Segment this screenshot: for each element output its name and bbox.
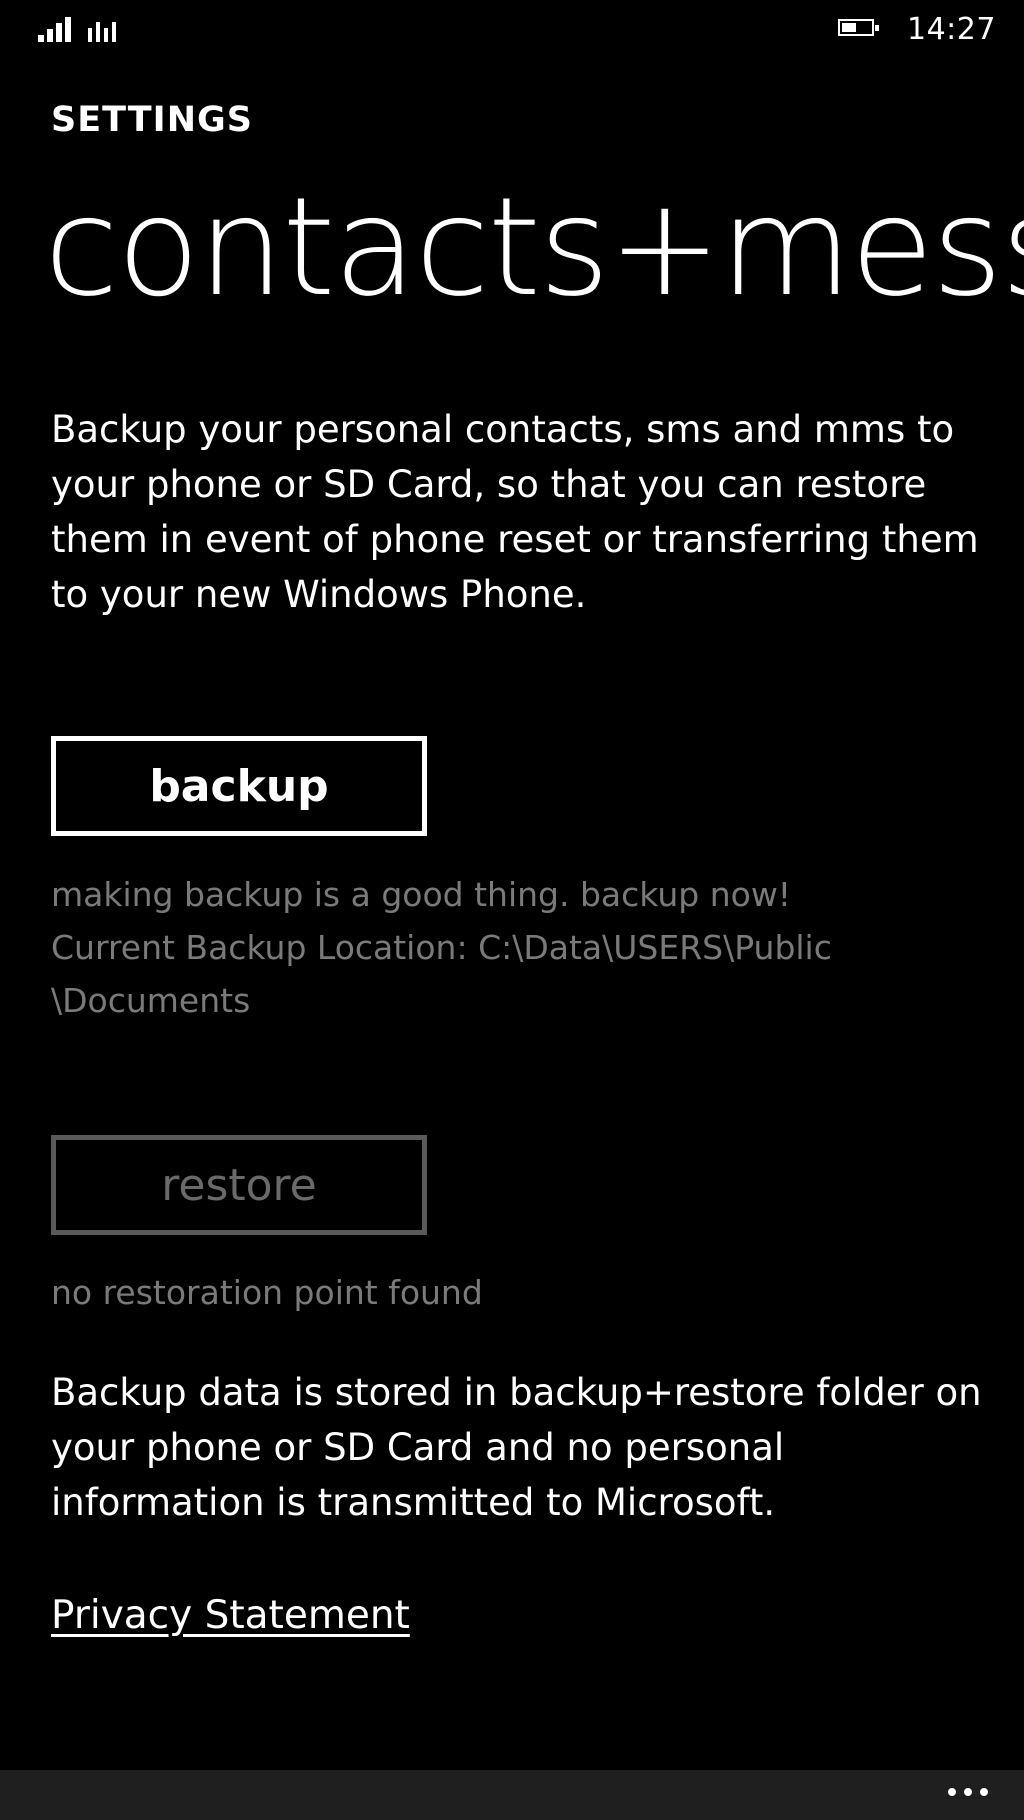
status-bar: 14:27: [0, 0, 1024, 60]
intro-text: Backup your personal contacts, sms and m…: [51, 408, 979, 616]
restore-button[interactable]: restore: [51, 1135, 427, 1235]
app-bar: [0, 1770, 1024, 1820]
page-title: contacts+mess: [44, 170, 1024, 327]
restore-hint: no restoration point found: [51, 1273, 483, 1312]
data-connection-icon: [88, 16, 116, 42]
ellipsis-icon[interactable]: [948, 1788, 988, 1796]
privacy-note: Backup data is stored in backup+restore …: [51, 1371, 982, 1524]
battery-icon: [838, 19, 879, 36]
page-title-container: contacts+mess: [0, 170, 1024, 340]
backup-hint-line: making backup is a good thing. backup no…: [51, 875, 792, 914]
backup-button[interactable]: backup: [51, 736, 427, 836]
backup-hint: making backup is a good thing. backup no…: [51, 868, 986, 1027]
backup-location-line: Current Backup Location: C:\Data\USERS\P…: [51, 928, 832, 967]
status-time: 14:27: [907, 12, 996, 47]
app-name: SETTINGS: [51, 100, 253, 140]
signal-strength-icon: [38, 12, 71, 42]
privacy-statement-link[interactable]: Privacy Statement: [51, 1593, 410, 1638]
backup-location-line-2: \Documents: [51, 981, 251, 1020]
